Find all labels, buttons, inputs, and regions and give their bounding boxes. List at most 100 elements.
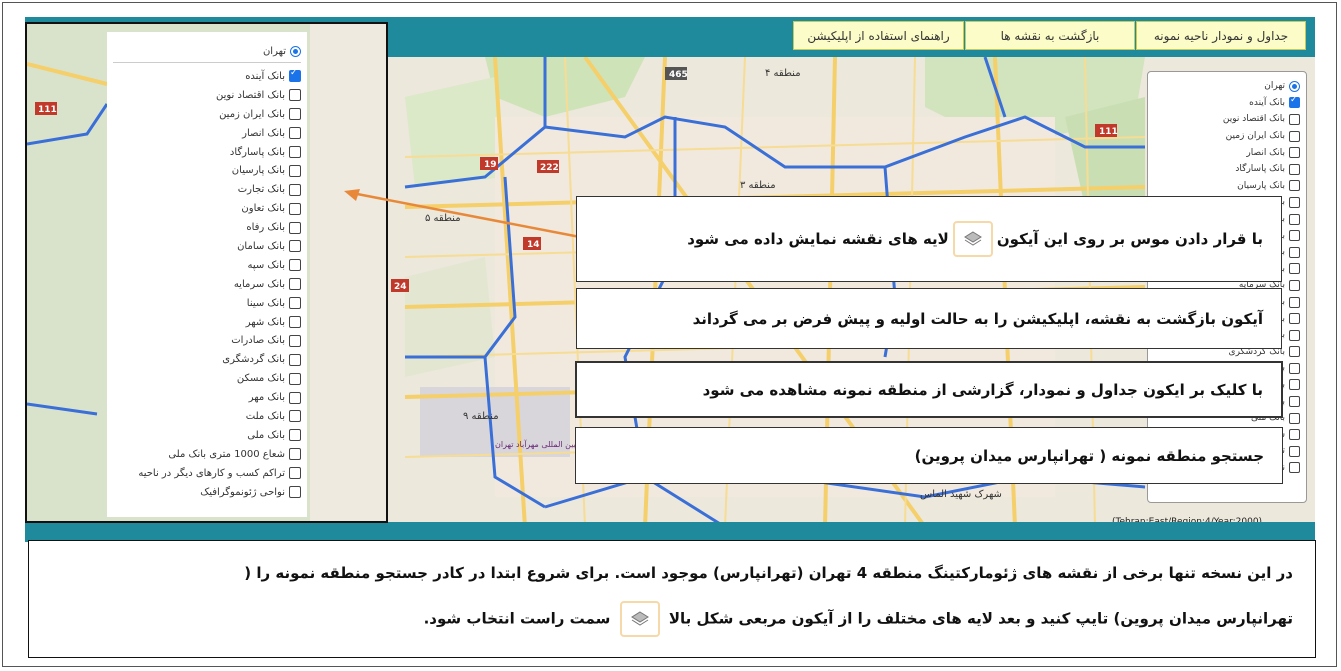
layer-checkbox[interactable] xyxy=(1289,230,1300,242)
layer-checkbox[interactable] xyxy=(289,353,301,366)
layer-row[interactable]: بانک انصار xyxy=(1154,144,1300,161)
layer-row[interactable]: بانک صادرات xyxy=(113,331,301,350)
layer-checkbox[interactable] xyxy=(1289,379,1300,391)
layer-checkbox[interactable] xyxy=(1289,263,1300,275)
layer-checkbox[interactable] xyxy=(289,202,301,215)
layer-checkbox[interactable] xyxy=(289,68,301,83)
layer-checkbox[interactable] xyxy=(1289,180,1300,192)
city-radio[interactable] xyxy=(290,45,301,57)
layer-row[interactable]: بانک ایران زمین xyxy=(1154,128,1300,145)
layer-checkbox[interactable] xyxy=(1289,362,1300,374)
green-area xyxy=(405,257,495,377)
inset-layer-list[interactable]: تهران بانک آینده بانک اقتصاد نوین بانک ایر… xyxy=(107,32,307,517)
layer-checkbox[interactable] xyxy=(1289,130,1300,142)
layer-label: بانک پاسارگاد xyxy=(1235,164,1285,175)
pointer-arrow xyxy=(344,189,581,239)
region-label: منطقه ۹ xyxy=(463,411,499,422)
layer-checkbox[interactable] xyxy=(1289,279,1300,291)
instruction-note: در این نسخه تنها برخی از نقشه های ژئومار… xyxy=(28,540,1316,658)
layer-row[interactable]: بانک رفاه xyxy=(113,218,301,237)
layer-checkbox[interactable] xyxy=(1289,95,1300,109)
layer-checkbox[interactable] xyxy=(289,391,301,404)
note-text: تهرانپارس میدان پروین) تایپ کنید و بعد ل… xyxy=(668,609,1293,628)
layer-checkbox[interactable] xyxy=(1289,412,1300,424)
tables-charts-button[interactable]: جداول و نمودار ناحیه نمونه xyxy=(1136,21,1306,50)
layer-row[interactable]: بانک سپه xyxy=(113,256,301,275)
layer-checkbox[interactable] xyxy=(289,240,301,253)
layer-label: نواحی ژئونموگرافیک xyxy=(200,486,285,498)
layer-label: بانک پاسارگاد xyxy=(229,146,285,158)
layer-checkbox[interactable] xyxy=(1289,163,1300,175)
layer-checkbox[interactable] xyxy=(289,108,301,121)
callout-text: جستجو منطقه نمونه ( تهرانپارس میدان پروی… xyxy=(914,446,1264,465)
layer-checkbox[interactable] xyxy=(1289,429,1300,441)
layer-row[interactable]: بانک پارسیان xyxy=(1154,178,1300,195)
layer-checkbox[interactable] xyxy=(1289,313,1300,325)
layer-row[interactable]: بانک سینا xyxy=(113,294,301,313)
layer-row[interactable]: بانک آینده xyxy=(113,67,301,86)
inset-urban xyxy=(310,24,386,521)
layer-checkbox[interactable] xyxy=(1289,346,1300,358)
layer-row[interactable]: بانک اقتصاد نوین xyxy=(113,86,301,105)
layer-row[interactable]: بانک مسکن xyxy=(113,369,301,388)
layer-row[interactable]: بانک پارسیان xyxy=(113,161,301,180)
callout-text: لایه های نقشه نمایش داده می شود xyxy=(687,230,949,248)
layer-checkbox[interactable] xyxy=(289,278,301,291)
layer-checkbox[interactable] xyxy=(1289,213,1300,225)
layer-checkbox[interactable] xyxy=(289,297,301,310)
layer-row[interactable]: نواحی ژئونموگرافیک xyxy=(113,483,301,502)
layer-row[interactable]: شعاع 1000 متری بانک ملی xyxy=(113,445,301,464)
layer-checkbox[interactable] xyxy=(289,127,301,140)
app-guide-button[interactable]: راهنمای استفاده از اپلیکیشن xyxy=(793,21,964,50)
layer-checkbox[interactable] xyxy=(289,164,301,177)
layer-checkbox[interactable] xyxy=(1289,462,1300,474)
layer-row[interactable]: بانک گردشگری xyxy=(113,350,301,369)
layer-checkbox[interactable] xyxy=(289,410,301,423)
layer-checkbox[interactable] xyxy=(289,316,301,329)
layer-checkbox[interactable] xyxy=(289,448,301,461)
layer-row[interactable]: بانک آینده xyxy=(1154,95,1300,112)
layer-label: بانک ملت xyxy=(245,410,285,422)
layer-row[interactable]: بانک اقتصاد نوین xyxy=(1154,111,1300,128)
layer-row[interactable]: بانک ملی xyxy=(113,426,301,445)
layer-checkbox[interactable] xyxy=(1289,329,1300,341)
layer-row[interactable]: بانک مهر xyxy=(113,388,301,407)
zoomed-layer-inset: 111 تهران بانک آیندهبانک اقتصاد نوینبانک… xyxy=(25,22,388,523)
layer-row[interactable]: بانک پاسارگاد xyxy=(113,143,301,162)
layer-checkbox[interactable] xyxy=(1289,396,1300,408)
layer-checkbox[interactable] xyxy=(289,486,301,499)
layer-row[interactable]: بانک سامان xyxy=(113,237,301,256)
layer-checkbox[interactable] xyxy=(289,259,301,272)
layer-checkbox[interactable] xyxy=(289,89,301,102)
layer-checkbox[interactable] xyxy=(1289,296,1300,308)
layer-row[interactable]: بانک ایران زمین xyxy=(113,105,301,124)
layer-checkbox[interactable] xyxy=(1289,445,1300,457)
layer-row[interactable]: بانک انصار xyxy=(113,124,301,143)
layer-checkbox[interactable] xyxy=(289,429,301,442)
city-radio[interactable] xyxy=(1289,80,1300,92)
layer-checkbox[interactable] xyxy=(289,146,301,158)
layer-label: بانک سامان xyxy=(237,240,285,252)
layer-row[interactable]: بانک ملت xyxy=(113,407,301,426)
layer-row[interactable]: بانک سرمایه xyxy=(113,275,301,294)
layer-checkbox[interactable] xyxy=(289,372,301,385)
layer-checkbox[interactable] xyxy=(1289,113,1300,125)
back-to-map-button[interactable]: بازگشت به نقشه ها xyxy=(965,21,1135,50)
layer-row[interactable]: بانک شهر xyxy=(113,313,301,332)
layer-checkbox[interactable] xyxy=(289,467,301,480)
city-radio-row[interactable]: تهران xyxy=(1154,78,1300,95)
city-label: تهران xyxy=(262,45,286,57)
layer-checkbox[interactable] xyxy=(1289,147,1300,159)
inset-city-radio-row[interactable]: تهران xyxy=(113,40,301,63)
layer-label: بانک ایران زمین xyxy=(1225,131,1285,142)
layer-checkbox[interactable] xyxy=(289,183,301,196)
layer-row[interactable]: بانک تجارت xyxy=(113,180,301,199)
layer-checkbox[interactable] xyxy=(1289,196,1300,208)
layer-checkbox[interactable] xyxy=(289,334,301,347)
layer-row[interactable]: تراکم کسب و کارهای دیگر در ناحیه xyxy=(113,464,301,483)
road-label: 111 xyxy=(38,105,57,115)
layer-checkbox[interactable] xyxy=(1289,246,1300,258)
layer-row[interactable]: بانک پاسارگاد xyxy=(1154,161,1300,178)
layer-row[interactable]: بانک تعاون xyxy=(113,199,301,218)
layer-checkbox[interactable] xyxy=(289,221,301,234)
